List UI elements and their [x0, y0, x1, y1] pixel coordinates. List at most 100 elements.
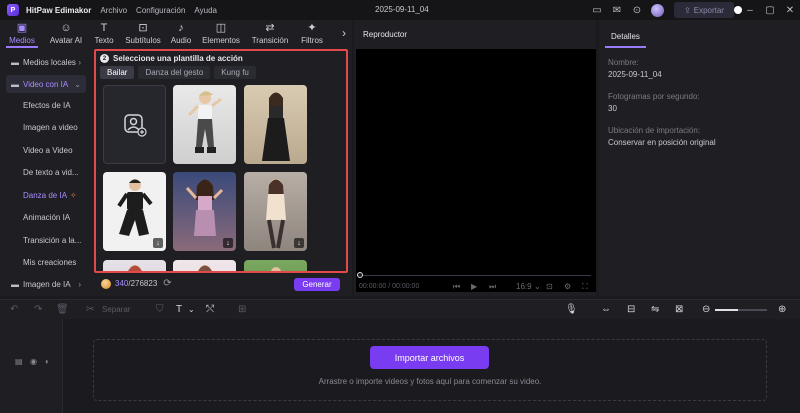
zoom-out-icon[interactable]: ⊖ — [702, 304, 710, 315]
sidebar-item-label: Transición a la... — [23, 235, 82, 245]
delete-icon[interactable]: 🗑 — [56, 304, 69, 315]
skip-back-icon[interactable]: ⏮ — [453, 282, 460, 292]
zoom-slider[interactable] — [715, 309, 767, 311]
freeze-icon[interactable]: ⊞ — [238, 304, 246, 315]
filters-icon: ✦ — [307, 22, 317, 34]
sidebar-item-texto-a-video[interactable]: De texto a vid... — [6, 163, 86, 181]
sidebar-item-imagen-a-video[interactable]: Imagen a video — [6, 118, 86, 136]
dance-template-thumbnail[interactable]: ↓ — [103, 172, 166, 251]
import-files-button[interactable]: Importar archivos — [370, 346, 489, 369]
dance-template-thumbnail[interactable]: ↓ — [173, 172, 236, 251]
aspect-ratio-select[interactable]: 16:9 — [516, 282, 532, 291]
playback-scrubber[interactable] — [359, 275, 591, 276]
sidebar-item-medios-locales[interactable]: ▬ Medios locales › — [6, 53, 86, 71]
screen-icon[interactable]: ▭ — [591, 4, 603, 16]
sidebar-item-imagen-de-ia[interactable]: ▬ Imagen de IA › — [6, 275, 86, 293]
timeline-toolbar: ↶ ↷ 🗑 ✂ Separar ⛉ T ⌄ ⤲ ⊞ 🎙 ⇔ ⊟ ⇋ ⊠ ⊖ ⊕ — [0, 299, 800, 319]
tool-tab-audio[interactable]: ♪ Audio — [166, 20, 196, 48]
settings-icon[interactable]: ⚙ — [564, 282, 571, 291]
tool-tab-filtros[interactable]: ✦ Filtros — [294, 20, 330, 48]
folder-icon: ▬ — [11, 57, 19, 67]
sidebar-item-video-con-ia[interactable]: ▬ Video con IA ⌄ — [6, 75, 86, 93]
player-title: Reproductor — [363, 30, 408, 39]
generate-button[interactable]: Generar — [294, 278, 340, 291]
snapshot-icon[interactable]: ⊡ — [546, 282, 553, 291]
sidebar-item-animacion-ia[interactable]: Animación IA — [6, 208, 86, 226]
tab-kung-fu[interactable]: Kung fu — [214, 66, 256, 79]
split-label[interactable]: Separar — [102, 305, 130, 314]
redo-icon[interactable]: ↷ — [34, 304, 42, 315]
track-header: ▤ ◉ ◐ — [0, 319, 63, 413]
audio-icon: ♪ — [178, 22, 184, 34]
details-panel: Detalles Nombre: 2025-09-11_04 Fotograma… — [599, 20, 800, 296]
dance-template-thumbnail[interactable] — [173, 260, 236, 271]
track-thumbnail-icon[interactable]: ▤ — [15, 357, 23, 366]
sidebar-item-mis-creaciones[interactable]: Mis creaciones — [6, 253, 86, 271]
snap-icon[interactable]: ⊟ — [627, 304, 635, 315]
close-icon[interactable]: ✕ — [784, 4, 796, 16]
dance-template-thumbnail[interactable] — [173, 85, 236, 164]
chevron-right-icon[interactable]: › — [342, 26, 346, 40]
skip-forward-icon[interactable]: ⏭ — [489, 282, 496, 292]
download-icon[interactable]: ↓ — [153, 238, 163, 248]
download-icon[interactable]: ↓ — [223, 238, 233, 248]
refresh-icon[interactable]: ⟳ — [163, 278, 171, 289]
sidebar: ▬ Medios locales › ▬ Video con IA ⌄ Efec… — [0, 50, 90, 296]
tool-tab-avatar-ai[interactable]: ☺ Avatar AI — [44, 20, 88, 48]
user-avatar[interactable] — [651, 3, 664, 17]
tab-danza-del-gesto[interactable]: Danza del gesto — [138, 66, 211, 79]
download-icon[interactable]: ⊙ — [631, 4, 643, 16]
chevron-right-icon: › — [78, 279, 81, 289]
sidebar-item-label: Imagen a video — [23, 122, 78, 132]
menu-archivo[interactable]: Archivo — [100, 6, 127, 15]
sidebar-item-label: Medios locales — [23, 57, 76, 67]
link-icon[interactable]: ⇔ — [601, 304, 611, 315]
upload-custom-tile[interactable] — [103, 85, 166, 164]
fps-label: Fotogramas por segundo: — [608, 92, 700, 101]
tool-tab-transicion[interactable]: ⇄ Transición — [246, 20, 294, 48]
chevron-down-icon[interactable]: ⌄ — [188, 305, 195, 314]
download-icon[interactable]: ↓ — [294, 238, 304, 248]
crop-icon[interactable]: ⤲ — [206, 304, 214, 315]
menu-configuracion[interactable]: Configuración — [136, 6, 185, 15]
sidebar-item-transicion[interactable]: Transición a la... — [6, 231, 86, 249]
minimize-icon[interactable]: – — [744, 4, 756, 16]
sidebar-item-danza-de-ia[interactable]: Danza de IA ✧ — [6, 186, 86, 204]
dance-template-thumbnail[interactable] — [244, 85, 307, 164]
fullscreen-icon[interactable]: ⛶ — [582, 282, 588, 292]
split-icon[interactable]: ✂ — [86, 304, 94, 315]
tool-tab-texto[interactable]: T Texto — [88, 20, 120, 48]
export-label: Exportar — [693, 5, 724, 15]
undo-icon[interactable]: ↶ — [10, 304, 18, 315]
text-tool-icon[interactable]: T — [176, 304, 182, 315]
detach-icon[interactable]: ⇋ — [651, 304, 659, 315]
shield-icon[interactable]: ⛉ — [156, 304, 164, 315]
play-icon[interactable]: ▶ — [471, 282, 477, 291]
tool-tab-medios[interactable]: ▣ Medios — [0, 20, 44, 48]
dance-template-thumbnail[interactable] — [244, 260, 307, 271]
dance-template-thumbnail[interactable] — [103, 260, 166, 271]
audio-mute-icon[interactable]: ◐ — [45, 357, 50, 366]
sidebar-item-label: Danza de IA — [23, 190, 68, 200]
zoom-in-icon[interactable]: ⊕ — [778, 304, 786, 315]
sidebar-item-efectos-de-ia[interactable]: Efectos de IA — [6, 96, 86, 114]
maximize-icon[interactable]: ▢ — [764, 4, 776, 16]
feedback-icon[interactable]: ✉ — [611, 4, 623, 16]
tab-detalles[interactable]: Detalles — [605, 26, 646, 48]
player-controls: 00:00:00 / 00:00:00 ⏮ ▶ ⏭ 16:9 ⌄ ⊡ ⚙ ⛶ — [354, 271, 596, 296]
menu-ayuda[interactable]: Ayuda — [194, 6, 217, 15]
coin-icon — [101, 278, 111, 289]
sidebar-item-video-a-video[interactable]: Video a Video — [6, 141, 86, 159]
import-location-label: Ubicación de importación: — [608, 126, 701, 135]
microphone-icon[interactable]: 🎙 — [565, 304, 578, 315]
tab-bailar[interactable]: Bailar — [100, 66, 135, 79]
export-button[interactable]: ⇪ Exportar — [674, 2, 734, 18]
dancer-figure — [127, 265, 142, 271]
tool-tab-elementos[interactable]: ◫ Elementos — [196, 20, 246, 48]
fit-icon[interactable]: ⊠ — [675, 304, 683, 315]
chevron-down-icon[interactable]: ⌄ — [534, 282, 541, 291]
tool-tab-subtitulos[interactable]: ⊡ Subtítulos — [120, 20, 166, 48]
playhead-knob[interactable] — [357, 272, 363, 278]
visibility-icon[interactable]: ◉ — [30, 357, 37, 366]
dance-template-thumbnail[interactable]: ↓ — [244, 172, 307, 251]
